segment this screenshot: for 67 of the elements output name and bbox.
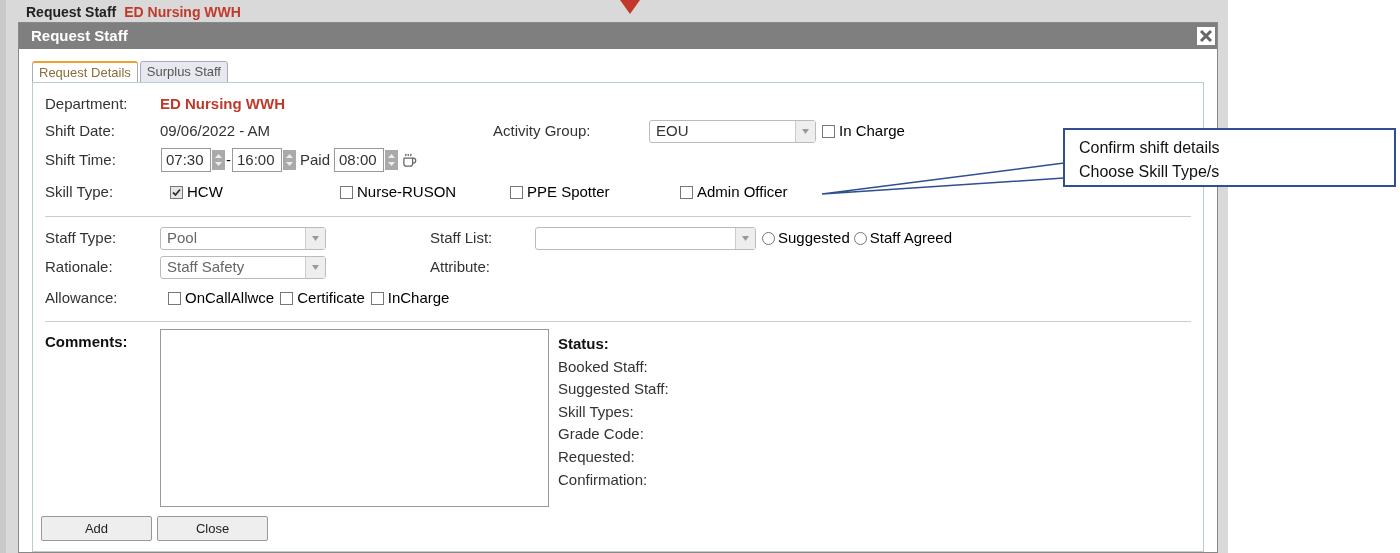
tab[interactable]: Surplus Staff bbox=[139, 61, 228, 83]
dropdown-arrow-icon bbox=[312, 264, 319, 270]
spinner-icon[interactable] bbox=[385, 150, 399, 170]
dropdown-arrow-icon bbox=[802, 128, 809, 134]
field-label: Department: bbox=[45, 93, 129, 114]
dropdown-arrow-icon bbox=[742, 235, 749, 241]
status-label: Grade Code: bbox=[558, 424, 645, 445]
activity-group-select[interactable]: EOU bbox=[649, 119, 816, 143]
callout-text: Confirm shift details bbox=[1079, 138, 1221, 158]
page-title: Request Staff bbox=[26, 3, 117, 22]
checkbox-label: PPE Spotter bbox=[527, 181, 610, 202]
time-separator: - bbox=[226, 149, 231, 170]
field-label: Staff Type: bbox=[45, 227, 118, 248]
close-icon bbox=[1199, 29, 1213, 43]
field-label: Staff List: bbox=[430, 227, 494, 248]
field-label: Shift Time: bbox=[45, 149, 117, 170]
shift-date-value: 09/06/2022 - AM bbox=[160, 120, 272, 141]
checkbox[interactable] bbox=[370, 291, 384, 305]
dialog-title: Request Staff bbox=[31, 25, 128, 46]
field-label: Skill Type: bbox=[45, 181, 115, 202]
checkbox[interactable] bbox=[680, 185, 693, 199]
callout-text: Choose Skill Type/s bbox=[1079, 162, 1221, 182]
checkbox[interactable] bbox=[340, 185, 353, 199]
paid-label: Paid bbox=[300, 149, 331, 170]
tab[interactable]: Request Details bbox=[32, 61, 138, 83]
radio-button[interactable] bbox=[762, 231, 775, 245]
radio-button[interactable] bbox=[853, 231, 867, 245]
time-field[interactable]: 08:00 bbox=[334, 148, 385, 172]
checkbox-label: Admin Officer bbox=[697, 181, 788, 202]
time-field[interactable]: 16:00 bbox=[232, 148, 282, 172]
checkbox[interactable] bbox=[170, 185, 183, 199]
dropdown-arrow-icon bbox=[312, 235, 319, 241]
radio-label: Staff Agreed bbox=[869, 227, 953, 248]
coffee-cup-icon bbox=[402, 152, 418, 168]
field-label: Shift Date: bbox=[45, 120, 117, 141]
checkbox-label: In Charge bbox=[839, 120, 905, 141]
dialog-button[interactable]: Close bbox=[157, 516, 268, 541]
staff-type-select[interactable]: Pool bbox=[160, 226, 326, 250]
department-value: ED Nursing WWH bbox=[160, 93, 285, 114]
checkbox-label: Certificate bbox=[297, 287, 365, 308]
field-label: Attribute: bbox=[430, 256, 491, 277]
status-label: Booked Staff: bbox=[558, 356, 649, 377]
field-label: Allowance: bbox=[45, 287, 119, 308]
field-label: Rationale: bbox=[45, 256, 114, 277]
marker-icon bbox=[620, 0, 640, 14]
checkbox-label: HCW bbox=[187, 181, 223, 202]
status-heading: Status: bbox=[558, 334, 610, 354]
checkbox-label: Nurse-RUSON bbox=[357, 181, 457, 202]
time-field[interactable]: 07:30 bbox=[161, 148, 211, 172]
status-label: Suggested Staff: bbox=[558, 379, 669, 400]
checkbox[interactable] bbox=[168, 291, 181, 305]
status-label: Requested: bbox=[558, 446, 636, 467]
comments-field[interactable] bbox=[160, 329, 549, 507]
radio-label: Suggested bbox=[778, 227, 850, 248]
rationale-select[interactable]: Staff Safety bbox=[160, 255, 326, 279]
checkbox-label: OnCallAllwce bbox=[185, 287, 275, 308]
comments-label: Comments: bbox=[45, 332, 129, 352]
checkbox[interactable] bbox=[280, 291, 294, 305]
dialog-button[interactable]: Add bbox=[41, 516, 152, 541]
checkbox[interactable] bbox=[822, 124, 835, 138]
status-label: Skill Types: bbox=[558, 401, 635, 422]
status-label: Confirmation: bbox=[558, 469, 649, 490]
checkbox[interactable] bbox=[510, 185, 523, 199]
field-label: Activity Group: bbox=[493, 120, 592, 141]
checkbox-label: InCharge bbox=[387, 287, 450, 308]
close-button[interactable] bbox=[1197, 27, 1215, 45]
page-department: ED Nursing WWH bbox=[124, 3, 241, 22]
